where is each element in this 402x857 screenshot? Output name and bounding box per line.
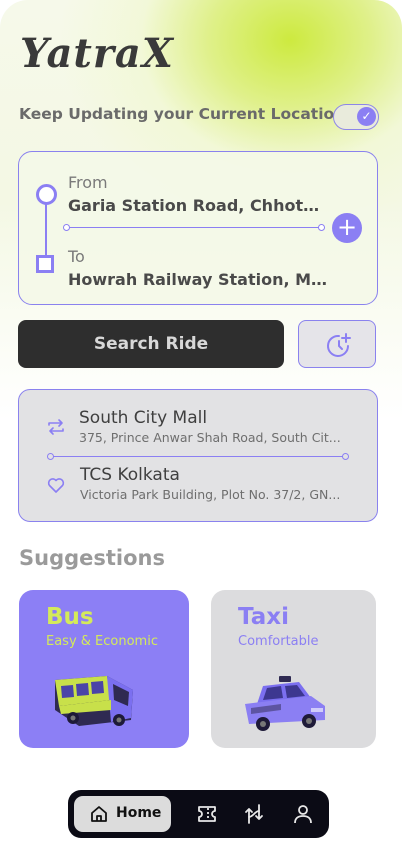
- from-input[interactable]: Garia Station Road, Chhoto...: [68, 196, 328, 215]
- clock-plus-icon: [327, 333, 351, 357]
- app-screen: YatraX Keep Updating your Current Locati…: [0, 0, 402, 857]
- saved-place-name[interactable]: South City Mall: [79, 408, 207, 428]
- suggestion-title: Taxi: [238, 604, 289, 630]
- saved-divider: [47, 453, 349, 460]
- from-label: From: [68, 173, 108, 192]
- search-ride-button[interactable]: Search Ride: [18, 320, 284, 368]
- profile-icon[interactable]: [292, 803, 314, 825]
- saved-place-address: Victoria Park Building, Plot No. 37/2, G…: [80, 487, 341, 502]
- to-input[interactable]: Howrah Railway Station, M...: [68, 270, 328, 289]
- route-card: From Garia Station Road, Chhoto... + To …: [18, 151, 378, 305]
- suggestion-title: Bus: [46, 604, 94, 630]
- taxi-icon: [245, 676, 325, 731]
- origin-dot-icon: [36, 184, 57, 205]
- check-icon: ✓: [357, 107, 376, 126]
- suggestion-card-bus[interactable]: Bus Easy & Economic: [19, 590, 189, 748]
- ticket-icon[interactable]: [196, 803, 218, 825]
- location-toggle[interactable]: ✓: [333, 104, 379, 130]
- bus-icon: [55, 676, 133, 726]
- nav-home-tab[interactable]: Home: [74, 796, 171, 832]
- swap-icon[interactable]: [47, 418, 65, 440]
- suggestion-subtitle: Comfortable: [238, 634, 319, 649]
- suggestion-card-taxi[interactable]: Taxi Comfortable: [211, 590, 376, 748]
- suggestions-heading: Suggestions: [19, 546, 165, 570]
- route-divider: [63, 224, 325, 231]
- home-icon: [91, 806, 107, 822]
- saved-place-address: 375, Prince Anwar Shah Road, South Cit..…: [79, 430, 341, 445]
- route-line: [45, 204, 47, 256]
- heart-icon[interactable]: [47, 476, 65, 498]
- routes-icon[interactable]: [243, 803, 265, 825]
- bottom-nav: Home: [68, 790, 329, 838]
- location-toggle-row: Keep Updating your Current Location ✓: [19, 104, 379, 130]
- nav-home-label: Home: [116, 805, 162, 821]
- saved-place-name[interactable]: TCS Kolkata: [80, 465, 180, 485]
- destination-square-icon: [36, 255, 54, 273]
- add-stop-button[interactable]: +: [332, 213, 362, 243]
- location-toggle-label: Keep Updating your Current Location: [19, 105, 346, 123]
- schedule-ride-button[interactable]: [298, 320, 376, 368]
- app-logo: YatraX: [20, 30, 174, 77]
- suggestion-subtitle: Easy & Economic: [46, 634, 158, 649]
- to-label: To: [68, 247, 85, 266]
- saved-places-card: South City Mall 375, Prince Anwar Shah R…: [18, 389, 378, 522]
